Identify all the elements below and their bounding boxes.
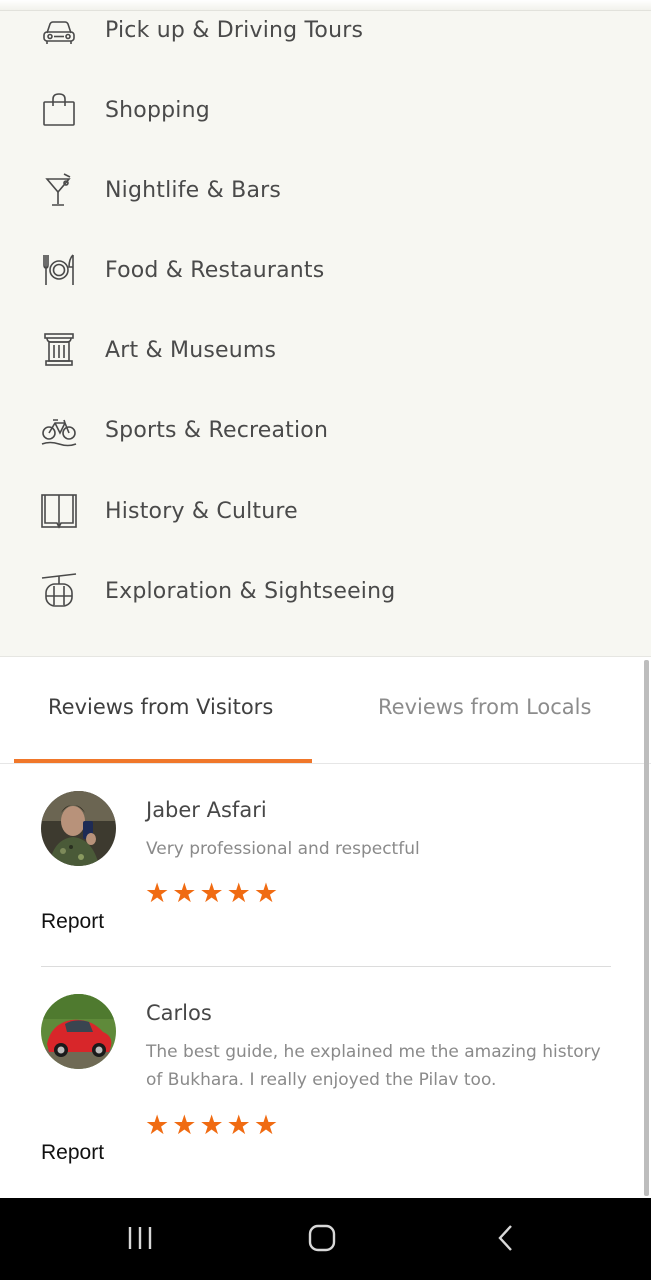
system-nav-bar (0, 1198, 651, 1280)
report-button[interactable]: Report (41, 1141, 104, 1165)
category-shopping[interactable]: Shopping (0, 80, 651, 140)
category-label: Shopping (105, 97, 210, 123)
star-icon: ★ (199, 878, 224, 909)
category-history[interactable]: History & Culture (0, 481, 651, 541)
car-icon (40, 11, 78, 49)
cable-car-icon (40, 572, 78, 610)
report-button[interactable]: Report (41, 910, 104, 934)
star-icon: ★ (172, 878, 197, 909)
star-icon: ★ (226, 878, 251, 909)
review-text: The best guide, he explained me the amaz… (146, 1042, 601, 1090)
category-exploration[interactable]: Exploration & Sightseeing (0, 561, 651, 621)
recents-icon[interactable] (118, 1218, 162, 1258)
category-label: Sports & Recreation (105, 417, 329, 443)
column-icon (40, 331, 78, 369)
star-icon: ★ (172, 1110, 197, 1141)
review-tabs: Reviews from Visitors Reviews from Local… (0, 657, 651, 764)
tab-reviews-locals[interactable]: Reviews from Locals (378, 695, 591, 719)
category-label: Exploration & Sightseeing (105, 578, 396, 604)
plate-cutlery-icon (40, 251, 78, 289)
category-art-museums[interactable]: Art & Museums (0, 320, 651, 380)
review-text: Very professional and respectful (146, 839, 420, 859)
rating-stars: ★ ★ ★ ★ ★ (145, 880, 278, 907)
star-icon: ★ (253, 1110, 279, 1141)
star-icon: ★ (145, 1110, 170, 1141)
tab-reviews-visitors[interactable]: Reviews from Visitors (48, 695, 273, 719)
book-icon (40, 492, 78, 530)
category-label: Nightlife & Bars (105, 177, 282, 203)
star-icon: ★ (226, 1110, 251, 1141)
category-list: Pick up & Driving Tours Shopping Nightli… (0, 0, 651, 656)
back-icon[interactable] (484, 1218, 528, 1258)
home-icon[interactable] (300, 1218, 344, 1258)
reviewer-name: Jaber Asfari (146, 798, 267, 822)
category-label: Food & Restaurants (105, 257, 325, 283)
review-divider (41, 966, 611, 967)
category-nightlife[interactable]: Nightlife & Bars (0, 160, 651, 220)
category-food[interactable]: Food & Restaurants (0, 240, 651, 300)
cocktail-icon (40, 171, 78, 209)
category-label: Art & Museums (105, 337, 277, 363)
avatar[interactable] (41, 994, 116, 1069)
category-driving-tours[interactable]: Pick up & Driving Tours (0, 0, 651, 60)
category-sports[interactable]: Sports & Recreation (0, 400, 651, 460)
star-icon: ★ (199, 1110, 224, 1141)
shopping-bag-icon (40, 91, 78, 129)
category-label: Pick up & Driving Tours (105, 17, 364, 43)
category-label: History & Culture (105, 498, 298, 524)
reviewer-name: Carlos (146, 1001, 212, 1025)
active-tab-indicator (14, 759, 312, 763)
avatar[interactable] (41, 791, 116, 866)
scrollbar[interactable] (644, 660, 649, 1196)
star-icon: ★ (145, 878, 170, 909)
app-screen: Pick up & Driving Tours Shopping Nightli… (0, 0, 651, 1280)
bicycle-icon (40, 411, 78, 449)
rating-stars: ★ ★ ★ ★ ★ (145, 1112, 278, 1139)
star-icon: ★ (253, 878, 279, 909)
